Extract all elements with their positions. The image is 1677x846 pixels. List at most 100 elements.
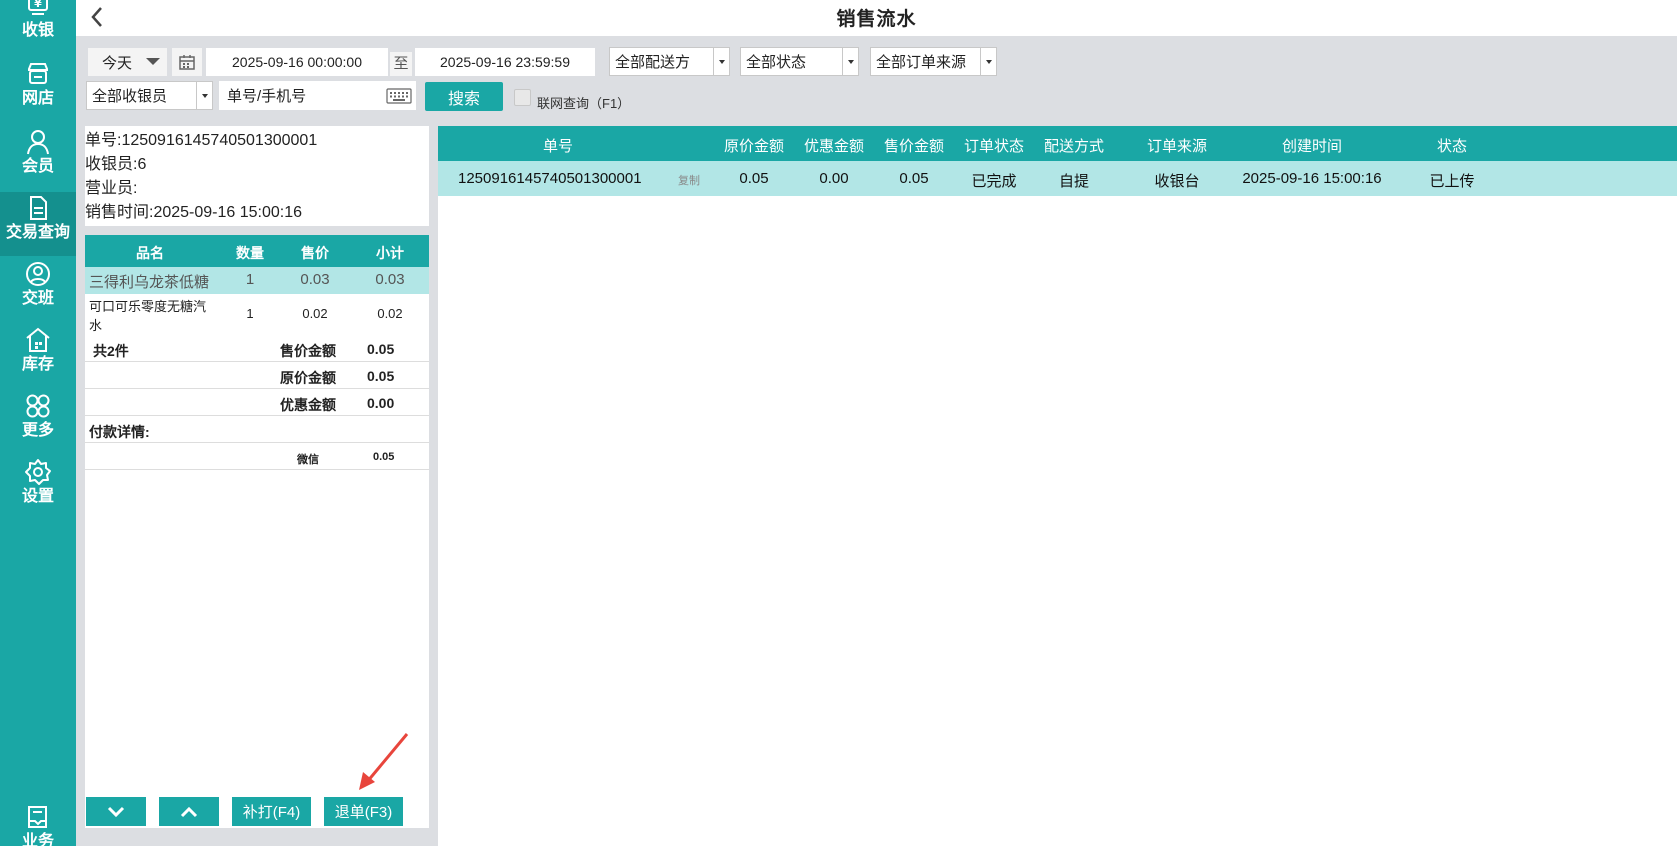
upload-status: 已上传 xyxy=(1429,173,1475,190)
column-header: 优惠金额 xyxy=(803,138,864,155)
order-source-select[interactable]: 全部订单来源 xyxy=(870,47,997,76)
sale-amount: 0.05 xyxy=(899,170,929,187)
gear-icon xyxy=(25,459,51,485)
table-row[interactable]: 三得利乌龙茶低糖 1 0.03 0.03 xyxy=(85,267,429,294)
sidebar-item-business[interactable]: 业务 xyxy=(0,803,76,846)
sidebar-item-label: 会员 xyxy=(21,158,54,175)
start-time-field[interactable]: 2025-09-16 00:00:00 xyxy=(206,48,388,76)
column-header: 售价 xyxy=(301,245,329,261)
period-value: 今天 xyxy=(102,54,133,72)
sidebar-item-member[interactable]: 会员 xyxy=(0,128,76,194)
column-header: 数量 xyxy=(236,245,264,261)
sidebar-item-inventory[interactable]: 库存 xyxy=(0,326,76,392)
item-price: 0.02 xyxy=(302,306,328,321)
online-query-checkbox[interactable] xyxy=(514,89,531,106)
sidebar-item-label: 设置 xyxy=(21,488,54,505)
sidebar-item-settings[interactable]: 设置 xyxy=(0,458,76,524)
keyboard-icon[interactable] xyxy=(386,87,412,104)
next-button[interactable] xyxy=(86,797,146,826)
status-select[interactable]: 全部状态 xyxy=(740,47,859,76)
sidebar-item-cashier[interactable]: ¥ 收银 xyxy=(0,0,76,58)
table-row[interactable]: 可口可乐零度无糖汽水 1 0.02 0.02 xyxy=(85,294,429,336)
discount-amount: 0.00 xyxy=(819,170,849,187)
annotation-arrow-icon xyxy=(359,733,409,790)
order-source-value: 全部订单来源 xyxy=(876,54,967,71)
column-header: 单号 xyxy=(542,138,573,155)
warehouse-icon xyxy=(26,327,50,352)
item-price: 0.03 xyxy=(300,271,330,288)
table-row[interactable]: 1250916145740501300001 复制 0.05 0.00 0.05… xyxy=(438,161,1677,196)
copy-button[interactable]: 复制 xyxy=(678,172,700,188)
range-separator: 至 xyxy=(390,52,412,76)
delivery-select[interactable]: 全部配送方 xyxy=(609,47,730,76)
sidebar-item-label: 业务 xyxy=(21,833,54,846)
online-query-label: 联网查询（F1） xyxy=(537,96,631,111)
orders-table-header: 单号 原价金额 优惠金额 售价金额 订单状态 配送方式 订单来源 创建时间 状态 xyxy=(438,126,1677,161)
column-header: 订单来源 xyxy=(1146,138,1207,155)
summary-label: 原价金额 xyxy=(280,370,336,386)
column-header: 小计 xyxy=(376,245,404,261)
shift-handover-icon xyxy=(26,262,50,286)
payment-method: 微信 xyxy=(297,454,319,466)
orders-table: 单号 原价金额 优惠金额 售价金额 订单状态 配送方式 订单来源 创建时间 状态… xyxy=(438,126,1677,846)
end-time-field[interactable]: 2025-09-16 23:59:59 xyxy=(415,48,595,76)
grid-more-icon xyxy=(26,394,50,418)
delivery-value: 全部配送方 xyxy=(615,54,691,71)
chevron-down-icon xyxy=(146,58,160,65)
payment-title-row: 付款详情: xyxy=(85,417,429,443)
search-placeholder: 单号/手机号 xyxy=(227,88,307,105)
payment-row: 微信 0.05 xyxy=(85,444,429,470)
period-select[interactable]: 今天 xyxy=(88,48,167,76)
item-subtotal: 0.02 xyxy=(377,306,403,321)
detail-sale-time: 销售时间:2025-09-16 15:00:16 xyxy=(85,204,303,221)
order-source: 收银台 xyxy=(1154,173,1200,190)
search-input[interactable]: 单号/手机号 xyxy=(219,81,416,110)
created-time: 2025-09-16 15:00:16 xyxy=(1242,170,1382,187)
status-value: 全部状态 xyxy=(746,54,807,71)
column-header: 订单状态 xyxy=(963,138,1024,155)
dropdown-arrow-icon xyxy=(842,48,858,75)
detail-order-no: 单号:1250916145740501300001 xyxy=(85,132,318,149)
calendar-icon xyxy=(179,55,195,70)
sidebar-item-shift[interactable]: 交班 xyxy=(0,260,76,326)
column-header: 售价金额 xyxy=(883,138,944,155)
summary-row: 共2件 售价金额 0.05 xyxy=(85,336,429,362)
dropdown-arrow-icon xyxy=(196,82,212,109)
original-amount: 0.05 xyxy=(739,170,769,187)
column-header: 品名 xyxy=(136,245,164,261)
reprint-button[interactable]: 补打(F4) xyxy=(232,797,311,826)
member-icon xyxy=(27,130,49,155)
item-qty: 1 xyxy=(245,271,255,288)
item-qty: 1 xyxy=(246,306,254,321)
payment-amount: 0.05 xyxy=(373,451,395,463)
cashier-select[interactable]: 全部收银员 xyxy=(86,81,213,110)
cashier-value: 全部收银员 xyxy=(92,88,168,105)
summary-row: 原价金额 0.05 xyxy=(85,363,429,389)
sidebar-item-label: 交易查询 xyxy=(5,224,70,241)
sidebar-item-more[interactable]: 更多 xyxy=(0,392,76,458)
summary-value: 0.00 xyxy=(367,395,395,411)
sidebar-item-store[interactable]: 网店 xyxy=(0,60,76,126)
header: 销售流水 xyxy=(76,0,1677,36)
sidebar-item-label: 网店 xyxy=(21,90,54,107)
sidebar-item-transactions[interactable]: 交易查询 xyxy=(0,192,76,256)
calendar-button[interactable] xyxy=(172,48,202,76)
items-table-header: 品名 数量 售价 小计 xyxy=(85,235,429,267)
cash-register-icon: ¥ xyxy=(28,0,48,15)
search-button[interactable]: 搜索 xyxy=(425,82,503,111)
delivery-method: 自提 xyxy=(1058,173,1089,190)
business-book-icon xyxy=(28,806,47,828)
page-title: 销售流水 xyxy=(836,9,917,30)
sidebar-item-label: 更多 xyxy=(21,422,54,439)
summary-row: 优惠金额 0.00 xyxy=(85,390,429,416)
document-icon xyxy=(30,196,47,220)
refund-button[interactable]: 退单(F3) xyxy=(324,797,403,826)
sidebar-item-label: 库存 xyxy=(21,356,54,373)
item-name: 可口可乐零度无糖汽水 xyxy=(89,299,207,333)
detail-cashier: 收银员:6 xyxy=(85,156,147,173)
summary-value: 0.05 xyxy=(367,368,395,384)
prev-button[interactable] xyxy=(159,797,219,826)
summary-value: 0.05 xyxy=(367,341,395,357)
sidebar-item-label: 交班 xyxy=(21,290,54,307)
order-number: 1250916145740501300001 xyxy=(458,170,642,187)
